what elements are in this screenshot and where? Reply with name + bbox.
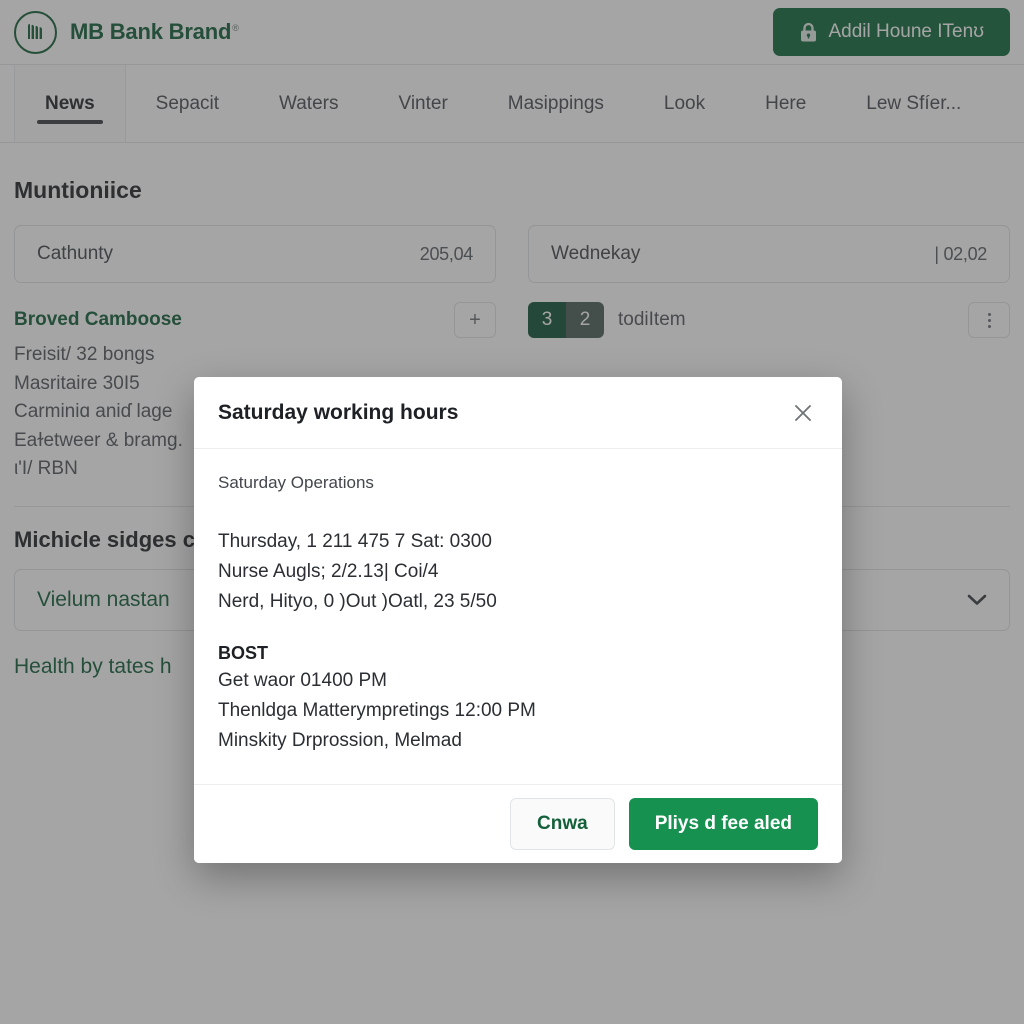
dialog-footer: Cnwa Pliys d fee aled xyxy=(194,785,842,863)
dialog-line: Minskity Drprossion, Melmad xyxy=(218,730,462,751)
dialog-section-heading: BOST xyxy=(218,643,269,663)
close-icon xyxy=(795,404,811,421)
saturday-working-hours-dialog: Saturday working hours Saturday Operatio… xyxy=(194,377,842,863)
dialog-line: Nurse Augls; 2/2.13| Coi/4 xyxy=(218,561,439,582)
dialog-header: Saturday working hours xyxy=(194,377,842,449)
dialog-line: Nerd, Hityo, 0 )Out )Oatl, 23 5/50 xyxy=(218,591,497,612)
dialog-line: Thenldga Matterympretings 12:00 PM xyxy=(218,700,536,721)
cancel-button[interactable]: Cnwa xyxy=(510,798,615,850)
dialog-title: Saturday working hours xyxy=(218,400,459,424)
confirm-button[interactable]: Pliys d fee aled xyxy=(628,798,818,850)
dialog-line: Get waor 01400 PM xyxy=(218,670,387,691)
dialog-lead-text: Saturday Operations xyxy=(218,473,374,492)
dialog-body: Saturday Operations Thursday, 1 211 475 … xyxy=(194,449,842,785)
close-button[interactable] xyxy=(788,398,818,428)
dialog-line: Thursday, 1 211 475 7 Sat: 0300 xyxy=(218,531,492,552)
